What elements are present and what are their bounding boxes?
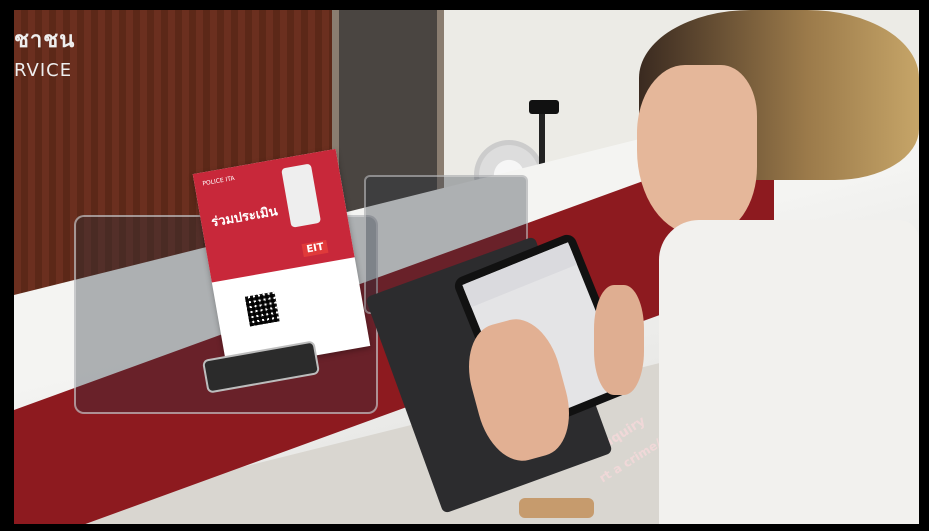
wall-sign-line1: ชาชน xyxy=(14,28,76,53)
qr-code xyxy=(244,291,280,327)
tent-card-header: POLICE ITA ร่วมประเมิน EIT xyxy=(192,148,355,283)
wristwatch xyxy=(519,498,594,518)
photograph: ชาชน RVICE POLICE ITA ร่วมประเมิน EIT e … xyxy=(14,10,919,524)
tent-card-logo: POLICE ITA xyxy=(202,174,236,188)
tent-card-title: ร่วมประเมิน xyxy=(210,204,279,231)
woman xyxy=(619,10,919,524)
white-hoodie xyxy=(659,220,919,524)
wall-sign-line2: RVICE xyxy=(14,60,73,81)
camera xyxy=(529,100,559,114)
tent-card-badge: EIT xyxy=(301,239,329,258)
face xyxy=(637,65,757,235)
tent-card-phone-image xyxy=(281,163,322,228)
photo-frame: ชาชน RVICE POLICE ITA ร่วมประเมิน EIT e … xyxy=(0,0,929,531)
right-hand xyxy=(594,285,644,395)
